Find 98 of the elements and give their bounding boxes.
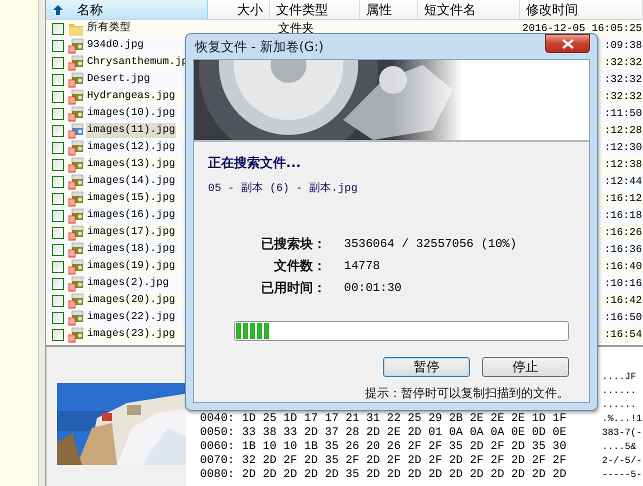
modified-time: :16:54	[604, 328, 642, 340]
checkbox[interactable]	[52, 176, 64, 188]
ascii-text: ....JF	[602, 370, 636, 382]
modified-time: :16:40	[604, 260, 642, 272]
checkbox[interactable]	[52, 312, 64, 324]
modified-time: :09:38	[604, 40, 642, 52]
modified-time: :16:42	[604, 294, 642, 306]
modified-time: :11:50	[604, 108, 642, 120]
file-name[interactable]: 所有类型	[86, 21, 132, 36]
hex-offset: 0040:	[200, 412, 236, 424]
ascii-text: ......	[602, 398, 636, 410]
checkbox[interactable]	[52, 108, 64, 120]
file-name[interactable]: Hydrangeas.jpg	[86, 89, 176, 104]
checkbox[interactable]	[52, 124, 64, 136]
file-name[interactable]: images(10).jpg	[86, 106, 176, 121]
ascii-text: .%...!1	[602, 412, 642, 424]
file-type: 文件夹	[278, 20, 314, 37]
column-header[interactable]: 文件类型	[270, 0, 360, 19]
hex-bytes: 2D 2D 2D 2D 2D 35 2D 2D 2D 2D 2D 2D 2D 2D 2D 2D	[242, 468, 568, 480]
modified-time: :32:32	[604, 90, 642, 102]
checkbox[interactable]	[52, 260, 64, 272]
splitter[interactable]	[38, 0, 46, 486]
stat-value: 3536064 / 32557056 (10%)	[344, 237, 518, 251]
checkbox[interactable]	[52, 56, 64, 68]
modified-time: :16:26	[604, 226, 642, 238]
hex-bytes: 1B 10 10 1B 35 26 20 26 2F 2F 35 2D 2F 2D 35 30	[242, 440, 568, 452]
hex-offset: 0070:	[200, 454, 236, 466]
modified-time: :12:28	[604, 124, 642, 136]
file-name[interactable]: images(17).jpg	[86, 225, 176, 240]
file-name[interactable]: images(19).jpg	[86, 259, 176, 274]
column-header[interactable]: 短文件名	[418, 0, 520, 19]
file-name[interactable]: images(16).jpg	[86, 208, 176, 223]
ascii-text: 2-/-5/-	[602, 454, 642, 466]
stat-label: 已用时间：	[260, 280, 326, 297]
column-header[interactable]: 大小	[208, 0, 270, 19]
ascii-text: ......	[602, 384, 636, 396]
dialog-button[interactable]: 停止	[482, 357, 569, 377]
checkbox[interactable]	[52, 158, 64, 170]
hex-bytes: 32 2D 2F 2D 35 2F 2D 2F 2D 2F 2D 2F 2F 2D 2F 2F	[242, 454, 568, 466]
file-name[interactable]: Chrysanthemum.jp	[86, 55, 189, 70]
file-name[interactable]: images(14).jpg	[86, 174, 176, 189]
file-name[interactable]: images(2).jpg	[86, 276, 170, 291]
file-name[interactable]: images(23).jpg	[86, 327, 176, 342]
file-name[interactable]: images(15).jpg	[86, 191, 176, 206]
modified-time: :32:32	[604, 56, 642, 68]
modified-time: :12:38	[604, 158, 642, 170]
checkbox[interactable]	[52, 278, 64, 290]
column-header[interactable]: 属性	[360, 0, 418, 19]
modified-time: :32:32	[604, 74, 642, 86]
ascii-text: ....5&	[602, 440, 636, 452]
checkbox[interactable]	[52, 22, 64, 34]
modified-time: 2016-12-05 16:05:25	[522, 22, 642, 34]
modified-time: :16:18	[604, 210, 642, 222]
column-header[interactable]: 修改时间	[520, 0, 643, 19]
checkbox[interactable]	[52, 142, 64, 154]
checkbox[interactable]	[52, 244, 64, 256]
file-name[interactable]: images(12).jpg	[86, 140, 176, 155]
hex-bytes: 1D 25 1D 17 17 21 31 22 25 29 2B 2E 2E 2E 1D 1F	[242, 412, 568, 424]
checkbox[interactable]	[52, 90, 64, 102]
modified-time: :16:36	[604, 244, 642, 256]
modified-time: :10:16	[604, 278, 642, 290]
file-name[interactable]: images(13).jpg	[86, 157, 176, 172]
close-icon	[562, 38, 574, 48]
file-name[interactable]: images(20).jpg	[86, 293, 176, 308]
status-text: 正在搜索文件...	[208, 154, 302, 172]
checkbox[interactable]	[52, 226, 64, 238]
checkbox[interactable]	[52, 40, 64, 52]
checkbox[interactable]	[52, 210, 64, 222]
ascii-text: -----5-	[602, 468, 642, 480]
hex-offset: 0080:	[200, 468, 236, 480]
hex-offset: 0060:	[200, 440, 236, 452]
modified-time: :12:44	[604, 176, 642, 188]
file-name[interactable]: images(22).jpg	[86, 310, 176, 325]
hex-offset: 0050:	[200, 426, 236, 438]
file-name[interactable]: 934d0.jpg	[86, 38, 145, 53]
stat-label: 文件数：	[273, 258, 326, 275]
stat-value: 00:01:30	[344, 281, 403, 295]
window-title: 恢复文件 - 新加卷(G:)	[194, 38, 324, 56]
checkbox[interactable]	[52, 74, 64, 86]
checkbox[interactable]	[52, 294, 64, 306]
current-file: 05 - 副本 (6) - 副本.jpg	[208, 181, 359, 195]
close-button[interactable]	[545, 34, 590, 53]
checkbox[interactable]	[52, 328, 64, 340]
stat-value: 14778	[344, 259, 382, 273]
up-arrow-icon	[52, 4, 64, 16]
dialog-button[interactable]: 暂停	[383, 357, 470, 377]
file-name[interactable]: Desert.jpg	[86, 72, 152, 87]
file-name[interactable]: images(18).jpg	[86, 242, 176, 257]
ascii-text: 383-7(-	[602, 426, 642, 438]
stat-label: 已搜索块：	[260, 236, 326, 253]
modified-time: :12:30	[604, 142, 642, 154]
modified-time: :16:50	[604, 312, 642, 324]
checkbox[interactable]	[52, 192, 64, 204]
modified-time: :16:12	[604, 192, 642, 204]
column-header[interactable]: 名称	[46, 0, 208, 19]
hint-text: 提示：暂停时可以复制扫描到的文件。	[364, 385, 570, 402]
file-name[interactable]: images(11).jpg	[86, 123, 176, 138]
hex-bytes: 33 38 33 2D 37 28 2D 2E 2D 01 0A 0A 0A 0E 0D 0E	[242, 426, 568, 438]
